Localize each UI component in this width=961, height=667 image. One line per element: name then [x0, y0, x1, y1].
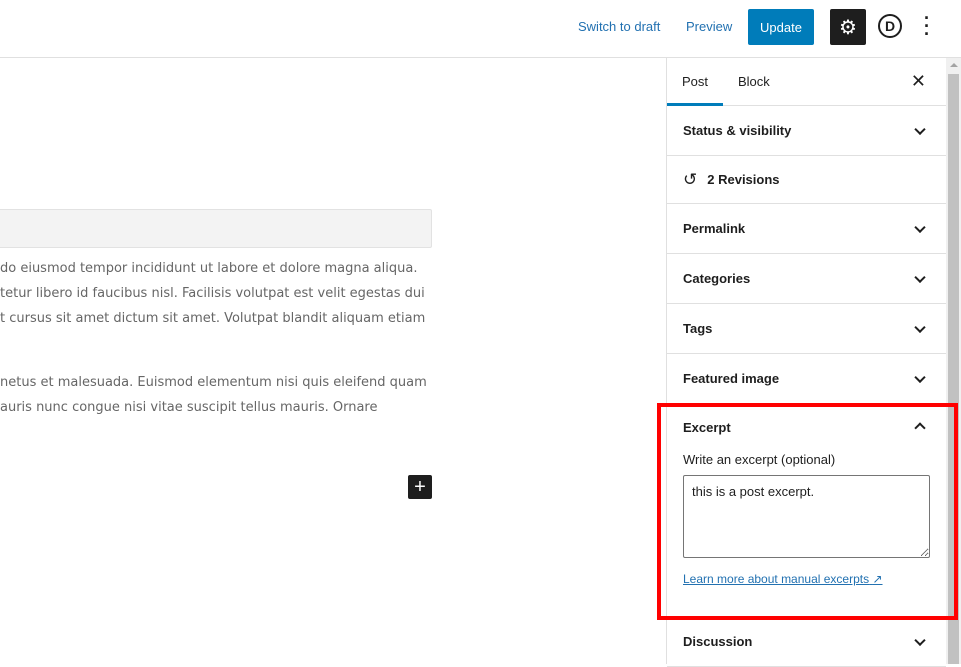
- gear-icon: ⚙: [839, 16, 857, 39]
- panel-discussion[interactable]: Discussion: [667, 617, 946, 667]
- editor-canvas: do eiusmod tempor incididunt ut labore e…: [0, 58, 666, 664]
- settings-button[interactable]: ⚙: [830, 9, 866, 45]
- text-line: auris nunc congue nisi vitae suscipit te…: [0, 400, 378, 415]
- panel-permalink[interactable]: Permalink: [667, 204, 946, 254]
- chevron-down-icon: [914, 634, 926, 646]
- panel-categories[interactable]: Categories: [667, 254, 946, 304]
- panel-title: Featured image: [683, 371, 780, 386]
- excerpt-toggle[interactable]: Excerpt: [683, 420, 930, 440]
- revisions-label: 2 Revisions: [707, 172, 780, 187]
- chevron-down-icon: [914, 321, 926, 333]
- text-line: do eiusmod tempor incididunt ut labore e…: [0, 261, 418, 276]
- text-line: netus et malesuada. Euismod elementum ni…: [0, 375, 427, 390]
- block-placeholder[interactable]: [0, 209, 432, 248]
- panel-status-visibility[interactable]: Status & visibility: [667, 106, 946, 156]
- external-link-icon: ↗: [872, 572, 883, 586]
- text-line: tetur libero id faucibus nisl. Facilisis…: [0, 286, 425, 301]
- history-icon: ↺: [683, 169, 698, 189]
- sidebar-scrollbar[interactable]: [946, 58, 961, 664]
- panel-title: Excerpt: [683, 420, 731, 435]
- excerpt-textarea[interactable]: this is a post excerpt.: [683, 475, 930, 558]
- plus-icon: +: [414, 475, 426, 498]
- learn-more-link[interactable]: Learn more about manual excerpts ↗: [683, 572, 930, 586]
- tab-post[interactable]: Post: [667, 58, 724, 106]
- tab-block[interactable]: Block: [723, 58, 785, 106]
- panel-title: Permalink: [683, 221, 746, 236]
- excerpt-label: Write an excerpt (optional): [683, 452, 836, 467]
- settings-sidebar: Post Block ✕ Status & visibility ↺ 2 Revi…: [666, 58, 946, 667]
- more-vertical-icon[interactable]: · · ·: [920, 9, 934, 43]
- plugin-d-icon[interactable]: D: [878, 14, 902, 38]
- panel-featured-image[interactable]: Featured image: [667, 354, 946, 404]
- add-block-button[interactable]: +: [408, 475, 432, 499]
- panel-tags[interactable]: Tags: [667, 304, 946, 354]
- panel-title: Tags: [683, 321, 713, 336]
- switch-to-draft-button[interactable]: Switch to draft: [578, 19, 660, 34]
- preview-button[interactable]: Preview: [686, 19, 732, 34]
- link-text: Learn more about manual excerpts: [683, 572, 870, 586]
- revisions-link[interactable]: ↺ 2 Revisions: [667, 156, 946, 204]
- panel-title: Categories: [683, 271, 751, 286]
- chevron-down-icon: [914, 271, 926, 283]
- paragraph-block[interactable]: netus et malesuada. Euismod elementum ni…: [0, 370, 427, 420]
- chevron-up-icon: [914, 422, 926, 434]
- chevron-down-icon: [914, 221, 926, 233]
- text-line: t cursus sit amet dictum sit amet. Volut…: [0, 311, 426, 326]
- scroll-up-icon[interactable]: [950, 63, 958, 67]
- panel-title: Status & visibility: [683, 123, 792, 138]
- paragraph-block[interactable]: do eiusmod tempor incididunt ut labore e…: [0, 256, 425, 331]
- panel-excerpt: Excerpt Write an excerpt (optional) this…: [667, 404, 946, 617]
- top-toolbar: Switch to draft Preview Update ⚙ D · · ·: [0, 0, 961, 58]
- update-button[interactable]: Update: [748, 9, 814, 45]
- chevron-down-icon: [914, 371, 926, 383]
- close-icon[interactable]: ✕: [911, 71, 926, 92]
- scrollbar-thumb[interactable]: [948, 74, 959, 664]
- chevron-down-icon: [914, 123, 926, 135]
- panel-title: Discussion: [683, 634, 753, 649]
